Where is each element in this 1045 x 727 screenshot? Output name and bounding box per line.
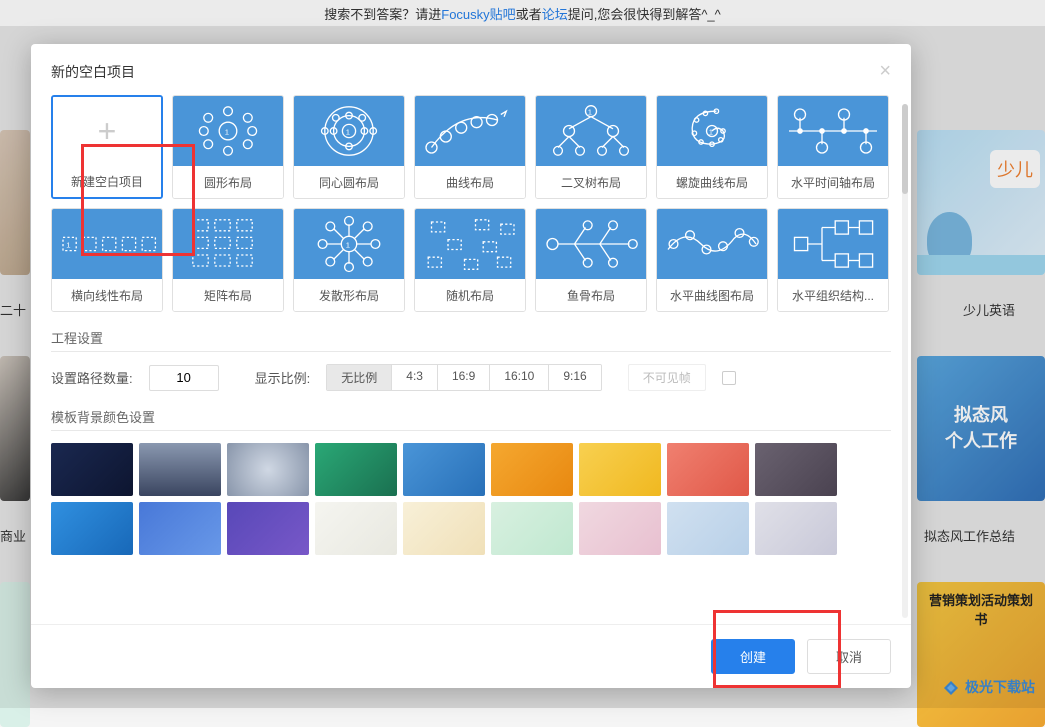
layout-label: 二叉树布局 bbox=[536, 166, 646, 198]
layout-label: 水平曲线图布局 bbox=[657, 279, 767, 311]
layout-preview-curve bbox=[415, 96, 525, 166]
layout-preview-random bbox=[415, 209, 525, 279]
color-swatch[interactable] bbox=[579, 443, 661, 496]
layout-option-blank[interactable]: + 新建空白项目 bbox=[51, 95, 163, 199]
color-swatch[interactable] bbox=[491, 443, 573, 496]
layout-option-curve[interactable]: 曲线布局 bbox=[414, 95, 526, 199]
svg-text:1: 1 bbox=[346, 240, 350, 249]
layout-option-horg[interactable]: 水平组织结构... bbox=[777, 208, 889, 312]
layout-label: 横向线性布局 bbox=[52, 279, 162, 311]
color-swatch[interactable] bbox=[755, 502, 837, 555]
layout-preview-spiral: 1 bbox=[657, 96, 767, 166]
layout-option-matrix[interactable]: 矩阵布局 bbox=[172, 208, 284, 312]
color-swatch[interactable] bbox=[139, 502, 221, 555]
layout-preview-horg bbox=[778, 209, 888, 279]
ratio-option[interactable]: 无比例 bbox=[327, 365, 392, 390]
layout-option-random[interactable]: 随机布局 bbox=[414, 208, 526, 312]
layout-preview-fishbone bbox=[536, 209, 646, 279]
layout-preview-matrix bbox=[173, 209, 283, 279]
path-count-input[interactable] bbox=[149, 365, 219, 391]
layout-label: 新建空白项目 bbox=[53, 165, 161, 197]
color-swatch[interactable] bbox=[227, 443, 309, 496]
color-swatch[interactable] bbox=[491, 502, 573, 555]
color-swatch[interactable] bbox=[667, 502, 749, 555]
section-bg-colors: 模板背景颜色设置 bbox=[51, 407, 891, 426]
color-swatch-grid bbox=[51, 443, 891, 555]
layout-option-radial[interactable]: 1 发散形布局 bbox=[293, 208, 405, 312]
modal-body: + 新建空白项目 1 圆形布局 1 同心圆布局曲线布局 1 二叉树布局 1 螺旋曲线布局水平时间轴… bbox=[31, 95, 911, 624]
modal-footer: 创建 取消 bbox=[31, 624, 911, 688]
svg-text:1: 1 bbox=[346, 127, 350, 136]
layout-preview-hcurvechart bbox=[657, 209, 767, 279]
color-swatch[interactable] bbox=[139, 443, 221, 496]
layout-option-hlinear[interactable]: 1 横向线性布局 bbox=[51, 208, 163, 312]
layout-preview-radial: 1 bbox=[294, 209, 404, 279]
color-swatch[interactable] bbox=[51, 443, 133, 496]
layout-label: 随机布局 bbox=[415, 279, 525, 311]
layout-label: 螺旋曲线布局 bbox=[657, 166, 767, 198]
ratio-option[interactable]: 4:3 bbox=[392, 365, 438, 390]
layout-label: 发散形布局 bbox=[294, 279, 404, 311]
ratio-option[interactable]: 16:9 bbox=[438, 365, 490, 390]
modal-header: 新的空白项目 × bbox=[31, 44, 911, 95]
layout-preview-htimeline bbox=[778, 96, 888, 166]
color-swatch[interactable] bbox=[315, 502, 397, 555]
color-swatch[interactable] bbox=[227, 502, 309, 555]
settings-row: 设置路径数量: 显示比例: 无比例4:316:916:109:16 不可见帧 bbox=[51, 364, 891, 391]
color-swatch[interactable] bbox=[667, 443, 749, 496]
layout-label: 水平组织结构... bbox=[778, 279, 888, 311]
color-swatch[interactable] bbox=[403, 443, 485, 496]
modal-title: 新的空白项目 bbox=[51, 62, 135, 82]
layout-label: 曲线布局 bbox=[415, 166, 525, 198]
svg-text:1: 1 bbox=[588, 108, 592, 117]
section-project-settings: 工程设置 bbox=[51, 328, 891, 347]
layout-label: 矩阵布局 bbox=[173, 279, 283, 311]
path-count-label: 设置路径数量: bbox=[51, 368, 133, 387]
svg-text:1: 1 bbox=[709, 127, 713, 136]
layout-option-concentric[interactable]: 1 同心圆布局 bbox=[293, 95, 405, 199]
color-swatch[interactable] bbox=[315, 443, 397, 496]
plus-icon: + bbox=[98, 113, 117, 150]
layout-option-binary[interactable]: 1 二叉树布局 bbox=[535, 95, 647, 199]
cancel-button[interactable]: 取消 bbox=[807, 639, 891, 674]
scrollbar[interactable] bbox=[902, 104, 908, 618]
layout-label: 水平时间轴布局 bbox=[778, 166, 888, 198]
color-swatch[interactable] bbox=[51, 502, 133, 555]
layout-option-hcurvechart[interactable]: 水平曲线图布局 bbox=[656, 208, 768, 312]
ratio-option[interactable]: 9:16 bbox=[549, 365, 600, 390]
layout-preview-concentric: 1 bbox=[294, 96, 404, 166]
layout-option-spiral[interactable]: 1 螺旋曲线布局 bbox=[656, 95, 768, 199]
create-button[interactable]: 创建 bbox=[711, 639, 795, 674]
layout-preview-hlinear: 1 bbox=[52, 209, 162, 279]
layout-option-fishbone[interactable]: 鱼骨布局 bbox=[535, 208, 647, 312]
layout-label: 鱼骨布局 bbox=[536, 279, 646, 311]
layout-preview-circle: 1 bbox=[173, 96, 283, 166]
close-icon[interactable]: × bbox=[879, 60, 891, 83]
ratio-option[interactable]: 16:10 bbox=[490, 365, 549, 390]
color-swatch[interactable] bbox=[579, 502, 661, 555]
color-swatch[interactable] bbox=[755, 443, 837, 496]
ratio-button-group: 无比例4:316:916:109:16 bbox=[326, 364, 601, 391]
layout-preview-binary: 1 bbox=[536, 96, 646, 166]
svg-text:1: 1 bbox=[225, 127, 229, 136]
layout-option-htimeline[interactable]: 水平时间轴布局 bbox=[777, 95, 889, 199]
ratio-label: 显示比例: bbox=[255, 368, 311, 387]
svg-text:1: 1 bbox=[66, 240, 70, 249]
invisible-frame-checkbox[interactable] bbox=[722, 371, 736, 385]
layout-grid: + 新建空白项目 1 圆形布局 1 同心圆布局曲线布局 1 二叉树布局 1 螺旋曲线布局水平时间轴… bbox=[51, 95, 891, 312]
invisible-frame-label: 不可见帧 bbox=[628, 364, 706, 391]
color-swatch[interactable] bbox=[403, 502, 485, 555]
new-project-modal: 新的空白项目 × + 新建空白项目 1 圆形布局 1 同心圆布局曲线布局 1 二叉树布局 1 螺旋… bbox=[31, 44, 911, 688]
layout-option-circle[interactable]: 1 圆形布局 bbox=[172, 95, 284, 199]
layout-preview-blank: + bbox=[53, 97, 161, 165]
layout-label: 圆形布局 bbox=[173, 166, 283, 198]
layout-label: 同心圆布局 bbox=[294, 166, 404, 198]
